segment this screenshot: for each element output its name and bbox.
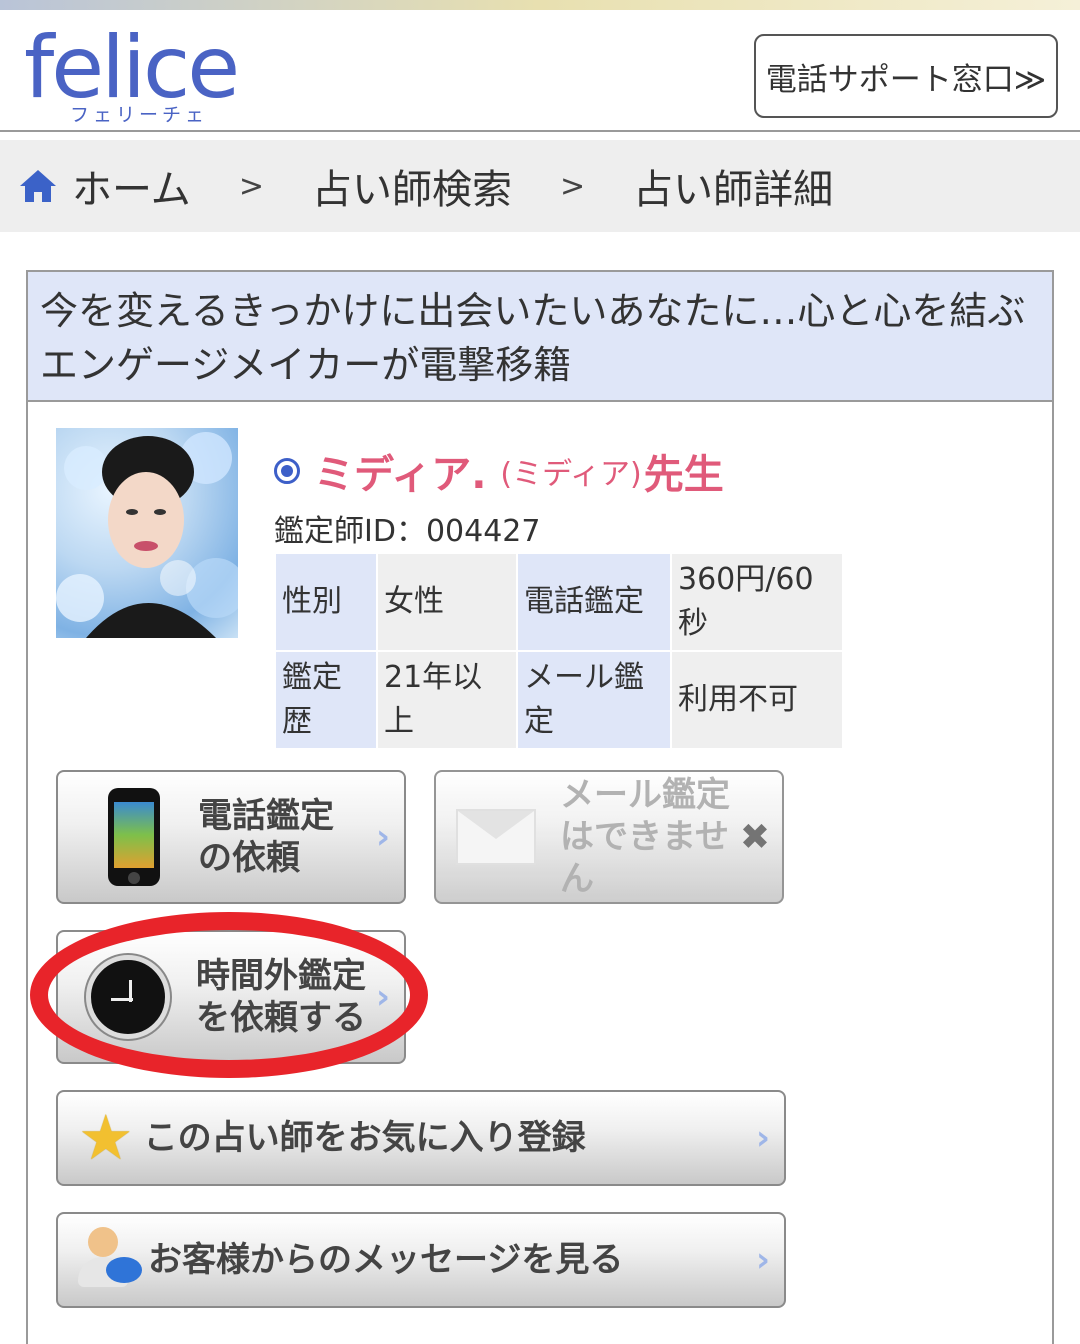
- breadcrumb-separator: >: [559, 168, 586, 204]
- radio-bullet-icon: [274, 458, 300, 484]
- chevron-right-icon: ›: [375, 817, 390, 857]
- gender-label: 性別: [276, 554, 376, 650]
- table-row: 鑑定歴 21年以上 メール鑑定 利用不可: [276, 652, 842, 748]
- experience-label: 鑑定歴: [276, 652, 376, 748]
- logo-subtext: フェリーチェ: [70, 104, 209, 126]
- view-messages-label: お客様からのメッセージを見る: [148, 1240, 624, 1280]
- mail-unavailable-button: メール鑑定はできません ✖: [434, 770, 784, 904]
- site-header: felice フェリーチェ 電話サポート窓口≫: [0, 10, 1080, 132]
- add-favorite-button[interactable]: ★ この占い師をお気に入り登録 ›: [56, 1090, 786, 1186]
- star-icon: ★: [78, 1101, 134, 1174]
- fortune-teller-photo: [56, 428, 238, 638]
- close-icon: ✖: [739, 816, 770, 858]
- phone-request-button[interactable]: 電話鑑定の依頼 ›: [56, 770, 406, 904]
- chevron-right-icon: ›: [755, 1240, 770, 1280]
- mail-value: 利用不可: [672, 652, 842, 748]
- add-favorite-label: この占い師をお気に入り登録: [143, 1118, 586, 1158]
- breadcrumb: ホーム > 占い師検索 > 占い師詳細: [0, 140, 1080, 232]
- fortune-teller-name-reading: (ミディア): [500, 457, 642, 492]
- table-row: 性別 女性 電話鑑定 360円/60秒: [276, 554, 842, 650]
- profile-headline: 今を変えるきっかけに出会いたいあなたに…心と心を結ぶエンゲージメイカーが電撃移籍: [28, 272, 1052, 402]
- top-accent-stripe: [0, 0, 1080, 10]
- fortune-teller-honorific: 先生: [643, 452, 724, 498]
- reader-id: 鑑定師ID：004427: [274, 514, 541, 549]
- mail-label: メール鑑定: [518, 652, 670, 748]
- fortune-teller-name-row: ミディア. (ミディア) 先生: [274, 442, 724, 500]
- fortune-teller-name: ミディア.: [314, 452, 487, 498]
- phone-support-button[interactable]: 電話サポート窓口≫: [754, 34, 1058, 118]
- user-message-icon: [78, 1227, 142, 1293]
- phone-request-label: 電話鑑定の依頼: [198, 796, 334, 878]
- envelope-icon: [456, 809, 536, 865]
- breadcrumb-detail: 占い師詳細: [633, 167, 834, 213]
- profile-info-table: 性別 女性 電話鑑定 360円/60秒 鑑定歴 21年以上 メール鑑定 利用不可: [274, 552, 844, 750]
- home-icon: [20, 170, 56, 202]
- view-messages-button[interactable]: お客様からのメッセージを見る ›: [56, 1212, 786, 1308]
- smartphone-icon: [108, 788, 160, 886]
- phone-fee-label: 電話鑑定: [518, 554, 670, 650]
- mail-unavailable-label: メール鑑定はできません: [560, 775, 730, 899]
- chevron-right-icon: ›: [755, 1118, 770, 1158]
- highlight-circle-annotation: [30, 912, 428, 1078]
- phone-fee-value: 360円/60秒: [672, 554, 842, 650]
- experience-value: 21年以上: [378, 652, 516, 748]
- felice-logo[interactable]: felice フェリーチェ: [24, 18, 244, 126]
- breadcrumb-home-label: ホーム: [72, 167, 191, 213]
- breadcrumb-search[interactable]: 占い師検索: [312, 157, 512, 215]
- gender-value: 女性: [378, 554, 516, 650]
- breadcrumb-separator: >: [238, 168, 264, 204]
- breadcrumb-home[interactable]: ホーム: [18, 157, 191, 215]
